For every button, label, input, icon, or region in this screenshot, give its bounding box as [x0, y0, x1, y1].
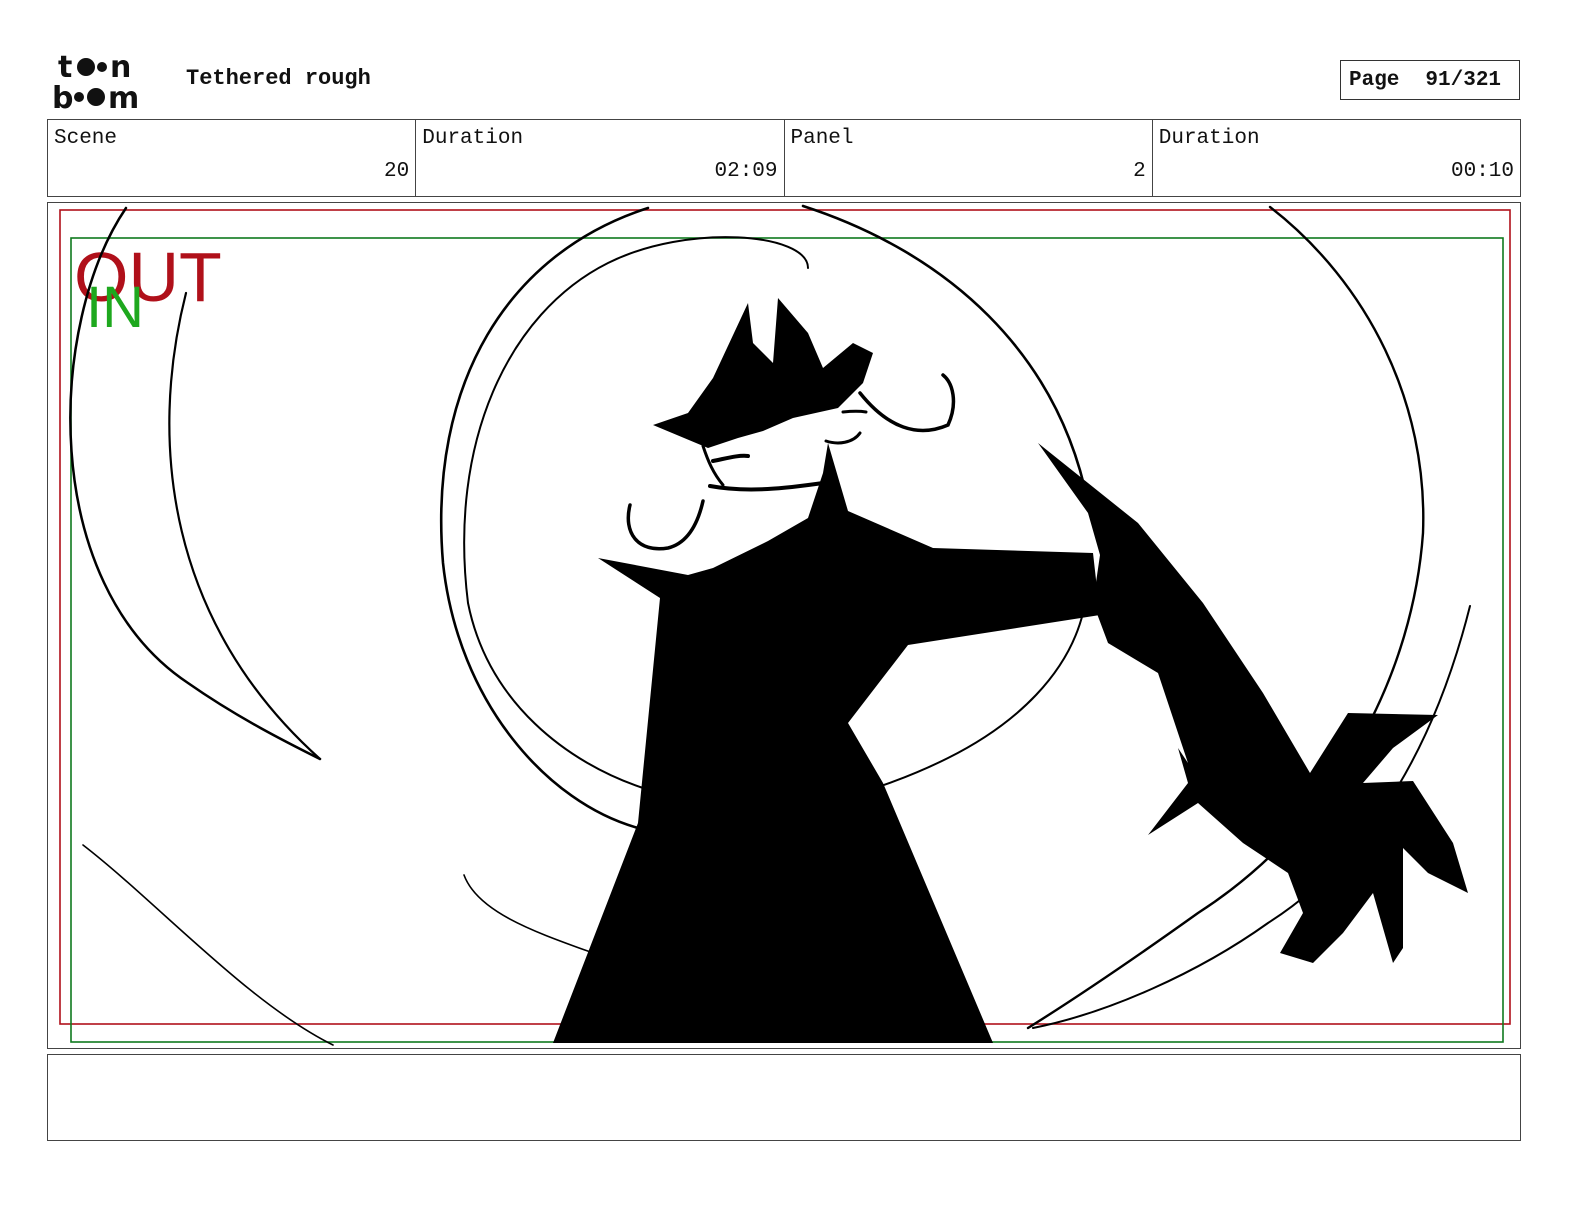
svg-text:b: b	[52, 81, 73, 112]
scene-duration-label: Duration	[422, 127, 524, 150]
storyboard-panel[interactable]: OUT IN	[47, 202, 1521, 1049]
page-label: Page	[1349, 68, 1400, 92]
panel-value: 2	[1133, 160, 1146, 183]
scene-duration-cell: Duration 02:09	[416, 120, 785, 196]
svg-text:n: n	[110, 50, 131, 85]
panel-drawing: OUT IN	[59, 204, 1511, 1046]
panel-duration-label: Duration	[1158, 127, 1260, 150]
panel-cell: Panel 2	[785, 120, 1153, 196]
svg-text:m: m	[108, 81, 139, 112]
notes-box[interactable]	[47, 1054, 1521, 1141]
character-silhouette	[553, 298, 1468, 1043]
page-indicator: Page 91/321	[1340, 60, 1520, 100]
scene-cell: Scene 20	[48, 120, 417, 196]
panel-info-row: Scene 20 Duration 02:09 Panel 2 Duration…	[47, 119, 1521, 197]
svg-text:t: t	[58, 50, 72, 85]
scene-label: Scene	[54, 127, 118, 150]
storyboard-title: Tethered rough	[186, 66, 371, 91]
in-label: IN	[86, 275, 144, 340]
toonboom-logo: t n b m	[52, 50, 139, 112]
scene-duration-value: 02:09	[714, 160, 778, 183]
panel-duration-cell: Duration 00:10	[1153, 120, 1520, 196]
panel-duration-value: 00:10	[1450, 160, 1514, 183]
scene-value: 20	[384, 160, 410, 183]
page-number: 91/321	[1425, 68, 1502, 92]
panel-label: Panel	[790, 127, 854, 150]
